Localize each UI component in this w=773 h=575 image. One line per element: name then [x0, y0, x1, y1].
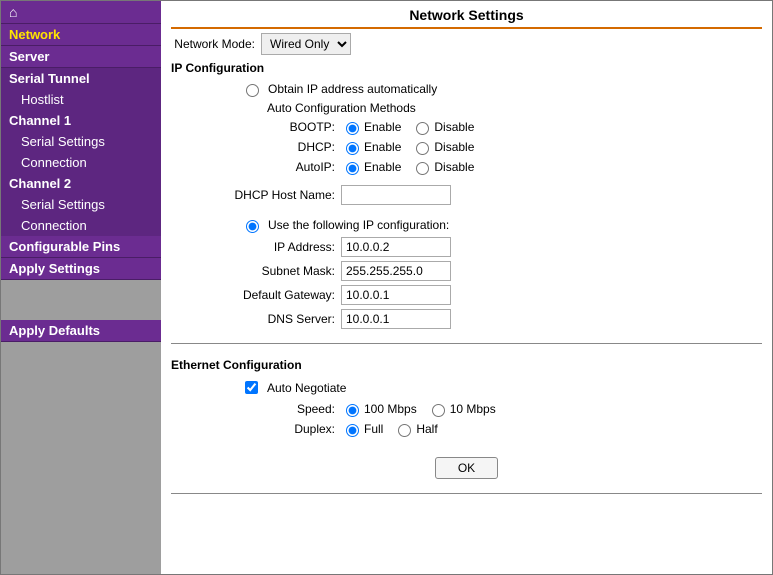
bootp-enable-label: Enable [364, 120, 401, 134]
page-title: Network Settings [171, 7, 762, 29]
dns-server-label: DNS Server: [171, 312, 341, 326]
nav-ch1-serial-settings[interactable]: Serial Settings [1, 131, 161, 152]
duplex-label: Duplex: [171, 422, 341, 436]
auto-methods-title: Auto Configuration Methods [267, 101, 416, 115]
bootp-disable-radio[interactable] [416, 122, 429, 135]
bootp-disable-label: Disable [434, 120, 474, 134]
nav-apply-defaults[interactable]: Apply Defaults [1, 320, 161, 342]
ethernet-config-title: Ethernet Configuration [171, 358, 762, 372]
autoip-disable-radio[interactable] [416, 162, 429, 175]
dns-server-input[interactable] [341, 309, 451, 329]
network-mode-select[interactable]: Wired Only [261, 33, 351, 55]
speed-100-label: 100 Mbps [364, 402, 417, 416]
ok-button[interactable]: OK [435, 457, 498, 479]
subnet-mask-input[interactable] [341, 261, 451, 281]
nav-apply-settings[interactable]: Apply Settings [1, 258, 161, 280]
subnet-mask-label: Subnet Mask: [171, 264, 341, 278]
nav-channel-1[interactable]: Channel 1 [1, 110, 161, 131]
duplex-full-radio[interactable] [346, 424, 359, 437]
default-gateway-label: Default Gateway: [171, 288, 341, 302]
nav-ch1-connection[interactable]: Connection [1, 152, 161, 173]
nav-ch2-serial-settings[interactable]: Serial Settings [1, 194, 161, 215]
use-following-label: Use the following IP configuration: [268, 218, 449, 232]
nav-configurable-pins[interactable]: Configurable Pins [1, 236, 161, 258]
auto-negotiate-checkbox[interactable] [245, 381, 258, 394]
auto-negotiate-label: Auto Negotiate [267, 381, 346, 395]
speed-10-label: 10 Mbps [450, 402, 496, 416]
home-icon[interactable]: ⌂ [1, 1, 161, 24]
dhcp-label: DHCP: [171, 140, 341, 154]
autoip-enable-radio[interactable] [346, 162, 359, 175]
nav-ch2-connection[interactable]: Connection [1, 215, 161, 236]
speed-100-radio[interactable] [346, 404, 359, 417]
speed-label: Speed: [171, 402, 341, 416]
obtain-auto-radio[interactable] [246, 84, 259, 97]
duplex-half-radio[interactable] [398, 424, 411, 437]
nav-channel-2[interactable]: Channel 2 [1, 173, 161, 194]
nav-network[interactable]: Network [1, 24, 161, 46]
ip-address-label: IP Address: [171, 240, 341, 254]
speed-10-radio[interactable] [432, 404, 445, 417]
network-mode-label: Network Mode: [171, 37, 261, 51]
dhcp-host-input[interactable] [341, 185, 451, 205]
ip-address-input[interactable] [341, 237, 451, 257]
duplex-full-label: Full [364, 422, 383, 436]
dhcp-enable-radio[interactable] [346, 142, 359, 155]
use-following-radio[interactable] [246, 220, 259, 233]
dhcp-disable-label: Disable [434, 140, 474, 154]
sidebar: ⌂ Network Server Serial Tunnel Hostlist … [1, 1, 161, 574]
duplex-half-label: Half [416, 422, 437, 436]
autoip-label: AutoIP: [171, 160, 341, 174]
bootp-label: BOOTP: [171, 120, 341, 134]
dhcp-host-label: DHCP Host Name: [171, 188, 341, 202]
bootp-enable-radio[interactable] [346, 122, 359, 135]
dhcp-disable-radio[interactable] [416, 142, 429, 155]
nav-server[interactable]: Server [1, 46, 161, 68]
nav-hostlist[interactable]: Hostlist [1, 89, 161, 110]
content-area: Network Settings Network Mode: Wired Onl… [161, 1, 772, 574]
obtain-auto-label: Obtain IP address automatically [268, 82, 437, 96]
nav-serial-tunnel[interactable]: Serial Tunnel [1, 68, 161, 89]
default-gateway-input[interactable] [341, 285, 451, 305]
autoip-disable-label: Disable [434, 160, 474, 174]
ip-config-title: IP Configuration [171, 61, 762, 75]
autoip-enable-label: Enable [364, 160, 401, 174]
dhcp-enable-label: Enable [364, 140, 401, 154]
